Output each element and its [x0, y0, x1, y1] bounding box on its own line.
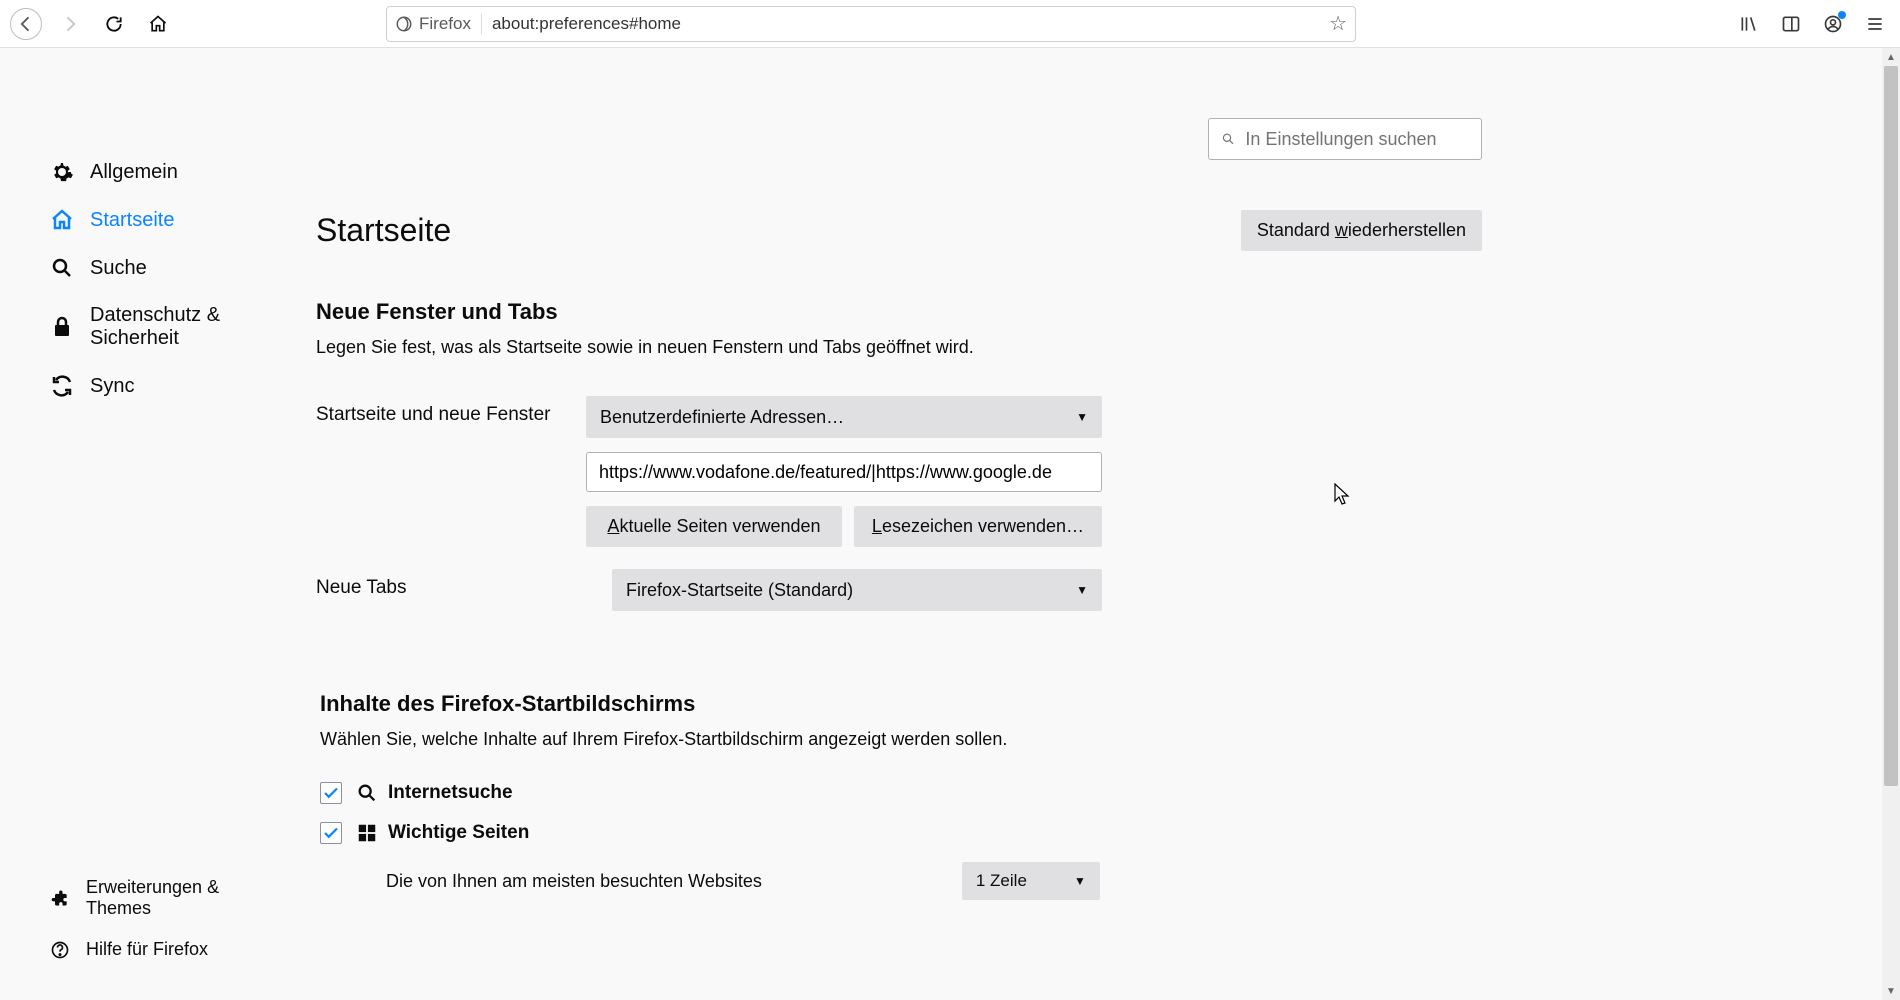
homepage-mode-select[interactable]: Benutzerdefinierte Adressen… ▼ [586, 396, 1102, 438]
vertical-scrollbar[interactable]: ▲ ▼ [1882, 48, 1900, 1000]
chevron-down-icon: ▼ [1076, 410, 1088, 424]
browser-toolbar: Firefox about:preferences#home ☆ [0, 0, 1900, 48]
bookmark-star-icon[interactable]: ☆ [1329, 11, 1347, 36]
sidebar-item-label: Datenschutz & Sicherheit [90, 304, 286, 350]
url-bar[interactable]: Firefox about:preferences#home ☆ [386, 6, 1356, 42]
newtabs-label: Neue Tabs [316, 569, 586, 599]
scroll-thumb[interactable] [1884, 66, 1898, 786]
sidebar-item-search[interactable]: Suche [0, 244, 300, 292]
sidebar-item-label: Startseite [90, 209, 174, 232]
sidebar-item-general[interactable]: Allgemein [0, 148, 300, 196]
search-icon [356, 782, 378, 804]
chevron-down-icon: ▼ [1074, 874, 1086, 888]
sidebar-item-label: Allgemein [90, 161, 178, 184]
select-value: Benutzerdefinierte Adressen… [600, 407, 844, 428]
search-icon [1221, 131, 1235, 147]
sidebar-item-label: Sync [90, 375, 134, 398]
select-value: 1 Zeile [976, 871, 1027, 891]
grid-icon [356, 822, 378, 844]
gear-icon [50, 160, 74, 184]
checkbox-label: Internetsuche [388, 782, 513, 804]
main-panel: Startseite Standard wiederherstellen Neu… [300, 48, 1900, 1000]
restore-defaults-button[interactable]: Standard wiederherstellen [1241, 210, 1482, 251]
hamburger-menu-icon[interactable] [1860, 9, 1890, 39]
section-desc: Legen Sie fest, was als Startseite sowie… [316, 337, 1900, 358]
sidebar-icon[interactable] [1776, 9, 1806, 39]
sidebar-item-home[interactable]: Startseite [0, 196, 300, 244]
firefox-icon [395, 15, 413, 33]
lock-icon [50, 315, 74, 339]
url-text: about:preferences#home [492, 14, 1319, 34]
topsites-desc: Die von Ihnen am meisten besuchten Websi… [386, 871, 762, 892]
preferences-sidebar: Allgemein Startseite Suche Datenschutz &… [0, 48, 300, 1000]
section-title: Neue Fenster und Tabs [316, 299, 1900, 325]
sidebar-item-privacy[interactable]: Datenschutz & Sicherheit [0, 292, 300, 362]
sync-icon [50, 374, 74, 398]
help-icon [50, 940, 70, 960]
sidebar-item-extensions[interactable]: Erweiterungen & Themes [0, 867, 300, 929]
notification-dot-icon [1838, 11, 1846, 19]
homepage-url-input[interactable] [586, 452, 1102, 492]
topsites-checkbox[interactable] [320, 822, 342, 844]
websearch-checkbox[interactable] [320, 782, 342, 804]
back-button[interactable] [10, 8, 42, 40]
scroll-up-arrow-icon[interactable]: ▲ [1882, 48, 1900, 66]
library-icon[interactable] [1734, 9, 1764, 39]
account-icon[interactable] [1818, 9, 1848, 39]
sidebar-item-sync[interactable]: Sync [0, 362, 300, 410]
settings-search-input[interactable] [1245, 129, 1469, 150]
homepage-label: Startseite und neue Fenster [316, 396, 586, 426]
use-current-pages-button[interactable]: Aktuelle Seiten verwenden [586, 506, 842, 547]
newtabs-select[interactable]: Firefox-Startseite (Standard) ▼ [612, 569, 1102, 611]
scroll-down-arrow-icon[interactable]: ▼ [1882, 982, 1900, 1000]
page-title: Startseite [316, 212, 451, 249]
section-desc: Wählen Sie, welche Inhalte auf Ihrem Fir… [320, 729, 1900, 750]
forward-button[interactable] [54, 8, 86, 40]
settings-search-box[interactable] [1208, 118, 1482, 160]
search-icon [50, 256, 74, 280]
chevron-down-icon: ▼ [1076, 583, 1088, 597]
home-button[interactable] [142, 8, 174, 40]
select-value: Firefox-Startseite (Standard) [626, 580, 853, 601]
topsites-rows-select[interactable]: 1 Zeile ▼ [962, 862, 1100, 900]
identity-box[interactable]: Firefox [395, 14, 482, 34]
puzzle-icon [50, 888, 70, 908]
use-bookmark-button[interactable]: Lesezeichen verwenden… [854, 506, 1102, 547]
checkbox-label: Wichtige Seiten [388, 822, 529, 844]
sidebar-item-help[interactable]: Hilfe für Firefox [0, 929, 300, 970]
home-icon [50, 208, 74, 232]
sidebar-item-label: Erweiterungen & Themes [86, 877, 286, 919]
identity-label: Firefox [419, 14, 471, 34]
section-title: Inhalte des Firefox-Startbildschirms [320, 691, 1900, 717]
sidebar-item-label: Hilfe für Firefox [86, 939, 208, 960]
reload-button[interactable] [98, 8, 130, 40]
sidebar-item-label: Suche [90, 257, 147, 280]
